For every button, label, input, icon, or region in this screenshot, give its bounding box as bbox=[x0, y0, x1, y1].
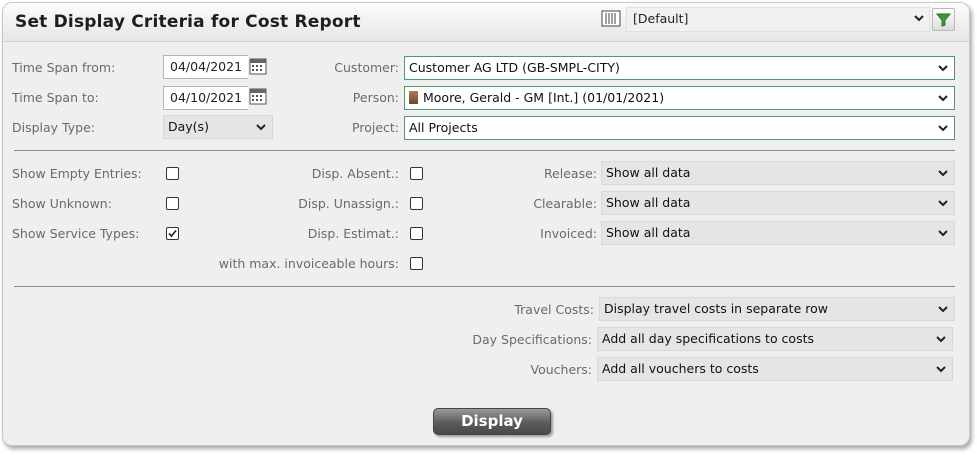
max-invoiceable-label: with max. invoiceable hours: bbox=[218, 256, 399, 271]
invoiced-label: Invoiced: bbox=[540, 226, 597, 241]
chevron-down-icon bbox=[256, 124, 266, 131]
day-specifications-select[interactable]: Add all day specifications to costs bbox=[597, 327, 953, 351]
customer-label: Customer: bbox=[334, 60, 399, 75]
travel-costs-label: Travel Costs: bbox=[514, 302, 594, 317]
invoiced-select[interactable]: Show all data bbox=[601, 221, 955, 245]
calendar-icon[interactable] bbox=[249, 87, 267, 105]
time-span-from-label: Time Span from: bbox=[12, 60, 116, 75]
chevron-down-icon bbox=[938, 125, 948, 132]
show-service-types-label: Show Service Types: bbox=[12, 226, 140, 241]
chevron-down-icon bbox=[938, 200, 948, 207]
disp-absent-label: Disp. Absent.: bbox=[311, 166, 399, 181]
person-select-value: Moore, Gerald - GM [Int.] (01/01/2021) bbox=[423, 90, 665, 105]
chevron-down-icon bbox=[914, 15, 924, 22]
project-label: Project: bbox=[352, 120, 399, 135]
chevron-down-icon bbox=[938, 95, 948, 102]
column-layout-icon[interactable] bbox=[601, 10, 621, 27]
release-label: Release: bbox=[543, 166, 597, 181]
person-avatar-icon bbox=[409, 91, 418, 104]
filter-button[interactable] bbox=[932, 8, 955, 31]
time-span-to-label: Time Span to: bbox=[12, 90, 99, 105]
checkmark-icon bbox=[168, 229, 177, 238]
release-select[interactable]: Show all data bbox=[601, 161, 955, 185]
disp-absent-checkbox[interactable] bbox=[410, 167, 423, 180]
section-divider bbox=[14, 150, 955, 151]
project-select[interactable]: All Projects bbox=[404, 116, 955, 140]
customer-select[interactable]: Customer AG LTD (GB-SMPL-CITY) bbox=[404, 56, 955, 80]
day-specifications-label: Day Specifications: bbox=[472, 332, 592, 347]
show-unknown-label: Show Unknown: bbox=[12, 196, 112, 211]
chevron-down-icon bbox=[938, 306, 948, 313]
filter-icon bbox=[935, 13, 952, 27]
max-invoiceable-checkbox[interactable] bbox=[410, 257, 423, 270]
show-service-types-checkbox[interactable] bbox=[166, 227, 179, 240]
show-empty-entries-checkbox[interactable] bbox=[166, 167, 179, 180]
travel-costs-select[interactable]: Display travel costs in separate row bbox=[599, 297, 955, 321]
disp-estimat-label: Disp. Estimat.: bbox=[307, 226, 399, 241]
vouchers-select[interactable]: Add all vouchers to costs bbox=[597, 357, 953, 381]
chevron-down-icon bbox=[938, 230, 948, 237]
show-empty-entries-label: Show Empty Entries: bbox=[12, 166, 142, 181]
layout-select-value: [Default] bbox=[633, 11, 689, 26]
criteria-panel: Set Display Criteria for Cost Report [De… bbox=[2, 2, 970, 446]
clearable-select[interactable]: Show all data bbox=[601, 191, 955, 215]
show-unknown-checkbox[interactable] bbox=[166, 197, 179, 210]
layout-select[interactable]: [Default] bbox=[626, 7, 930, 32]
title-bar: Set Display Criteria for Cost Report [De… bbox=[3, 3, 969, 42]
disp-unassign-checkbox[interactable] bbox=[410, 197, 423, 210]
person-label: Person: bbox=[352, 90, 399, 105]
disp-estimat-checkbox[interactable] bbox=[410, 227, 423, 240]
section-divider bbox=[14, 286, 955, 287]
time-span-from-input[interactable]: 04/04/2021 bbox=[163, 55, 248, 79]
person-select[interactable]: Moore, Gerald - GM [Int.] (01/01/2021) bbox=[404, 86, 955, 110]
clearable-label: Clearable: bbox=[533, 196, 597, 211]
display-type-select[interactable]: Day(s) bbox=[163, 115, 273, 139]
calendar-icon[interactable] bbox=[249, 57, 267, 75]
chevron-down-icon bbox=[936, 336, 946, 343]
chevron-down-icon bbox=[938, 170, 948, 177]
disp-unassign-label: Disp. Unassign.: bbox=[298, 196, 399, 211]
chevron-down-icon bbox=[938, 65, 948, 72]
time-span-to-input[interactable]: 04/10/2021 bbox=[163, 86, 248, 110]
vouchers-label: Vouchers: bbox=[530, 362, 593, 377]
chevron-down-icon bbox=[936, 366, 946, 373]
page-title: Set Display Criteria for Cost Report bbox=[15, 12, 361, 32]
display-button[interactable]: Display bbox=[433, 408, 551, 435]
display-type-label: Display Type: bbox=[12, 120, 95, 135]
